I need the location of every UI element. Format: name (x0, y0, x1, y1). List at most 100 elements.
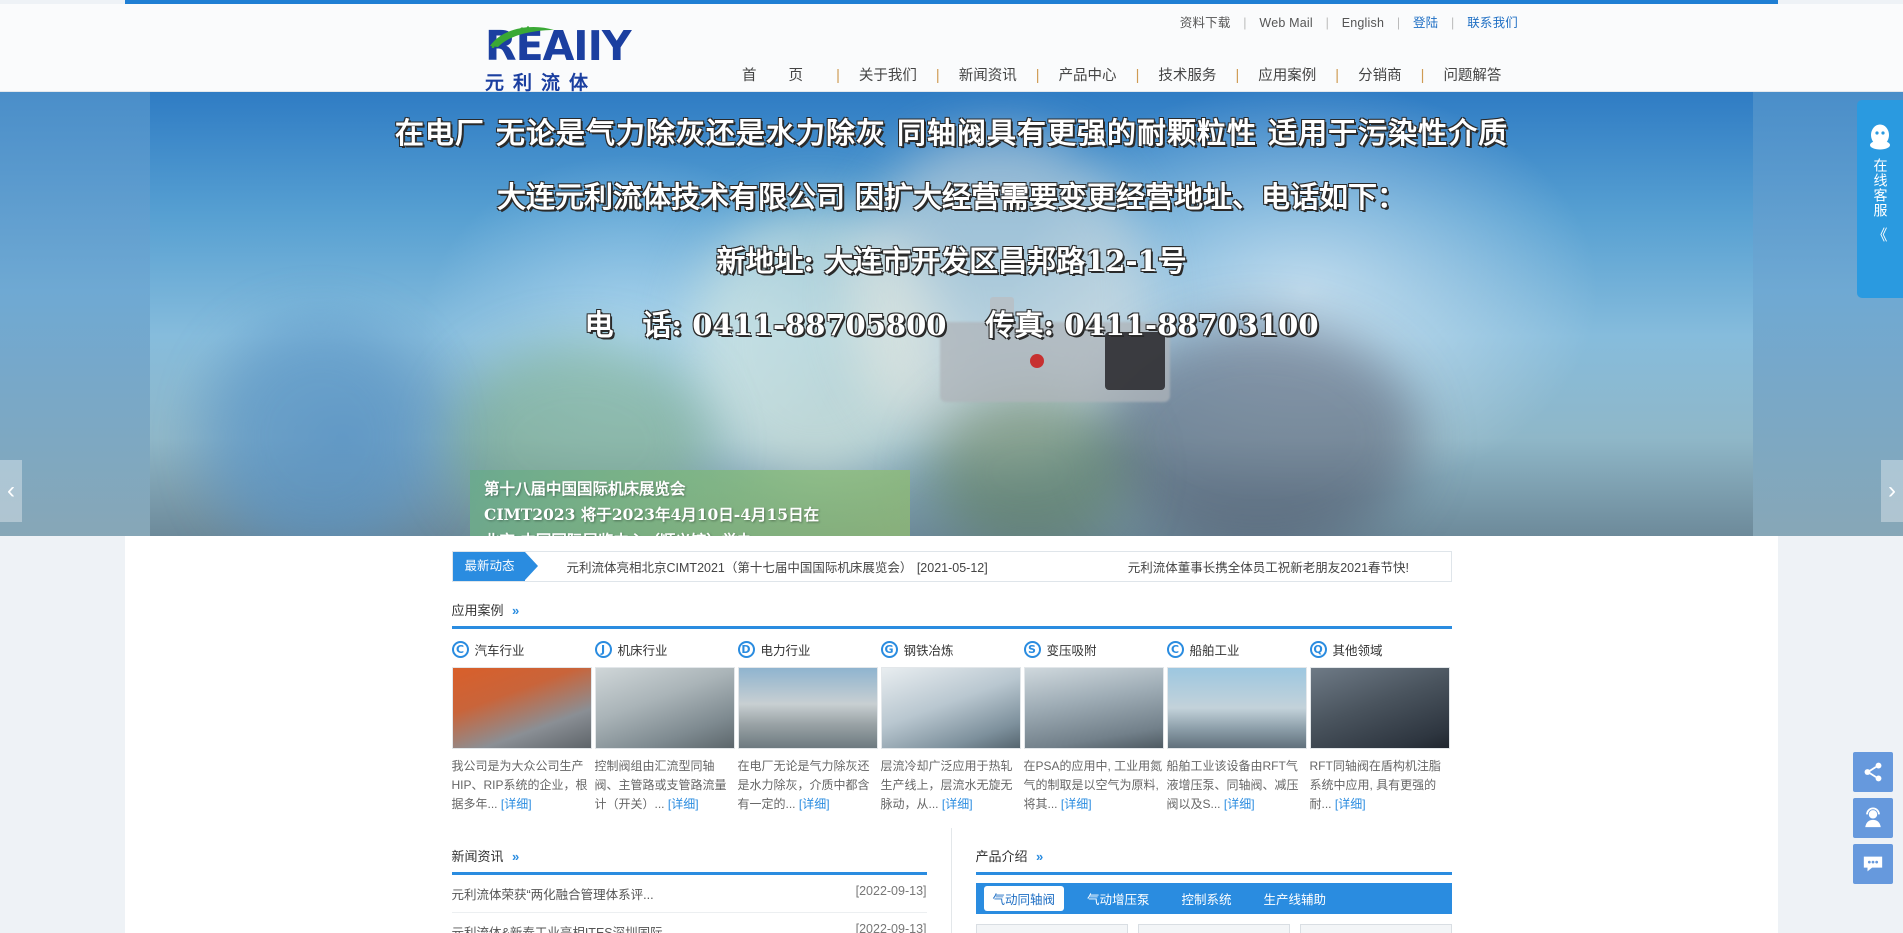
nav-item-distributors[interactable]: 分销商 (1356, 68, 1404, 84)
case-card-power[interactable]: D 电力行业 在电厂无论是气力除灰还是水力除灰，介质中都含有一定的... [详细… (737, 637, 880, 814)
products-section-rule (975, 872, 1452, 875)
case-card-automotive[interactable]: C 汽车行业 我公司是为大众公司生产HIP、RIP系统的企业，根据多年... [… (451, 637, 594, 814)
collapse-chevron-icon[interactable]: 《 (1872, 224, 1887, 245)
nav-item-cases[interactable]: 应用案例 (1256, 68, 1318, 84)
promo-line-3: 北京 中国国际展览中心（顺义馆）举办 (484, 528, 910, 536)
utility-link-english[interactable]: English (1342, 16, 1384, 30)
case-card-psa[interactable]: S 变压吸附 在PSA的应用中, 工业用氮气的制取是以空气为原料, 将其... … (1023, 637, 1166, 814)
promo-line-1: 第十八届中国国际机床展览会 (484, 479, 686, 498)
nav-item-tech-service[interactable]: 技术服务 (1156, 68, 1218, 84)
chat-bubble-icon[interactable] (1853, 844, 1893, 884)
site-logo[interactable]: REAIIY 元利流体 (485, 26, 695, 95)
case-description: 控制阀组由汇流型同轴阀、主管路或支管路流量计（开关）... [详细] (595, 757, 735, 814)
product-card[interactable] (975, 924, 1128, 933)
qq-penguin-icon (1870, 124, 1890, 150)
case-thumbnail[interactable] (1166, 667, 1307, 749)
case-description: RFT同轴阀在盾构机注脂系统中应用, 具有更强的耐... [详细] (1310, 757, 1450, 814)
case-thumbnail[interactable] (451, 667, 592, 749)
utility-link-webmail[interactable]: Web Mail (1259, 16, 1312, 30)
case-card-shipbuilding[interactable]: C 船舶工业 船舶工业该设备由RFT气液增压泵、同轴阀、减压阀以及S... [详… (1166, 637, 1309, 814)
online-service-label: 在线客服 (1872, 158, 1889, 218)
case-tab[interactable]: C 船舶工业 (1166, 637, 1309, 661)
case-thumbnail[interactable] (594, 667, 735, 749)
banner-prev-arrow[interactable]: ‹ (0, 460, 22, 522)
case-detail-link[interactable]: [详细] (668, 797, 699, 811)
social-share-rail (1853, 752, 1893, 890)
cases-section-title: 应用案例 (451, 603, 504, 618)
case-description-text: 控制阀组由汇流型同轴阀、主管路或支管路流量计（开关）... (594, 759, 727, 811)
ticker-item-1[interactable]: 元利流体亮相北京CIMT2021（第十七届中国国际机床展览会） [2021-05… (567, 557, 988, 577)
product-tab-coaxial-valve[interactable]: 气动同轴阀 (983, 886, 1065, 911)
banner-line-4: 电 话: 0411-88705800 传真: 0411-88703100 (584, 308, 1319, 342)
case-detail-link[interactable]: [详细] (1335, 797, 1366, 811)
case-tab[interactable]: D 电力行业 (737, 637, 880, 661)
case-tab[interactable]: J 机床行业 (594, 637, 737, 661)
case-thumbnail[interactable] (737, 667, 878, 749)
banner-line-2: 大连元利流体技术有限公司 因扩大经营需要变更经营地址、电话如下： (496, 180, 1407, 214)
main-nav: 首 页 | 关于我们 | 新闻资讯 | 产品中心 | 技术服务 | 应用案例 |… (740, 64, 1503, 85)
share-nodes-icon[interactable] (1853, 752, 1893, 792)
case-description-text: RFT同轴阀在盾构机注脂系统中应用, 具有更强的耐... (1309, 759, 1441, 811)
product-tab-control-system[interactable]: 控制系统 (1173, 886, 1241, 911)
case-description: 层流冷却广泛应用于热轧生产线上，层流水无旋无脉动，从... [详细] (881, 757, 1021, 814)
case-tab[interactable]: S 变压吸附 (1023, 637, 1166, 661)
products-column: 产品介绍 » 气动同轴阀 气动增压泵 控制系统 生产线辅助 (952, 828, 1452, 933)
case-card-steel[interactable]: G 钢铁冶炼 层流冷却广泛应用于热轧生产线上，层流水无旋无脉动，从... [详细… (880, 637, 1023, 814)
news-list-item[interactable]: 元利流体荣获“两化融合管理体系评... [2022-09-13] (451, 875, 927, 913)
product-card[interactable] (1137, 924, 1290, 933)
case-card-machine-tool[interactable]: J 机床行业 控制阀组由汇流型同轴阀、主管路或支管路流量计（开关）... [详细… (594, 637, 737, 814)
nav-item-products[interactable]: 产品中心 (1057, 68, 1119, 84)
news-section-title: 新闻资讯 (451, 849, 504, 864)
product-tab-booster-pump[interactable]: 气动增压泵 (1078, 886, 1159, 911)
news-item-date: [2022-09-13] (855, 922, 927, 933)
product-tab-line-aux[interactable]: 生产线辅助 (1255, 886, 1336, 911)
banner-next-arrow[interactable]: › (1881, 460, 1903, 522)
banner-line-1: 在电厂 无论是气力除灰还是水力除灰 同轴阀具有更强的耐颗粒性 适用于污染性介质 (394, 116, 1509, 150)
utility-link-login[interactable]: 登陆 (1413, 16, 1438, 30)
nav-item-home[interactable]: 首 页 (740, 68, 819, 84)
nav-item-faq[interactable]: 问题解答 (1441, 68, 1503, 84)
case-card-other[interactable]: Q 其他领域 RFT同轴阀在盾构机注脂系统中应用, 具有更强的耐... [详细] (1309, 637, 1452, 814)
cases-grid: C 汽车行业 我公司是为大众公司生产HIP、RIP系统的企业，根据多年... [… (451, 637, 1452, 814)
nav-item-news[interactable]: 新闻资讯 (957, 68, 1019, 84)
case-label: 电力行业 (760, 643, 811, 658)
customer-service-person-icon[interactable] (1853, 798, 1893, 838)
ticker-item-2[interactable]: 元利流体董事长携全体员工祝新老朋友2021春节快! (1128, 557, 1409, 577)
nav-item-about[interactable]: 关于我们 (857, 68, 919, 84)
case-detail-link[interactable]: [详细] (1061, 797, 1092, 811)
cases-section-rule (451, 626, 1452, 629)
case-label: 汽车行业 (474, 643, 525, 658)
case-tab[interactable]: Q 其他领域 (1309, 637, 1452, 661)
case-tab[interactable]: G 钢铁冶炼 (880, 637, 1023, 661)
case-label: 钢铁冶炼 (903, 643, 954, 658)
case-detail-link[interactable]: [详细] (942, 797, 973, 811)
case-thumbnail[interactable] (880, 667, 1021, 749)
case-detail-link[interactable]: [详细] (1224, 797, 1255, 811)
case-detail-link[interactable]: [详细] (501, 797, 532, 811)
news-item-date: [2022-09-13] (855, 884, 927, 898)
products-more-icon[interactable]: » (1036, 849, 1043, 864)
news-list-item[interactable]: 元利流体&新泰工业亮相ITES深圳国际 [2022-09-13] (452, 913, 927, 933)
hero-banner[interactable]: 在电厂 无论是气力除灰还是水力除灰 同轴阀具有更强的耐颗粒性 适用于污染性介质 … (0, 92, 1903, 536)
case-thumbnail[interactable] (1023, 667, 1164, 749)
case-label: 其他领域 (1332, 643, 1383, 658)
utility-link-contact[interactable]: 联系我们 (1467, 16, 1518, 30)
nav-sep: | (836, 68, 840, 84)
ticker-item-1-title: 元利流体亮相北京CIMT2021（第十七届中国国际机床展览会） (566, 560, 913, 575)
case-thumbnail[interactable] (1309, 667, 1450, 749)
case-description: 船舶工业该设备由RFT气液增压泵、同轴阀、减压阀以及S... [详细] (1167, 757, 1307, 814)
news-more-icon[interactable]: » (512, 849, 519, 864)
case-label: 机床行业 (617, 643, 668, 658)
case-tab[interactable]: C 汽车行业 (451, 637, 594, 661)
product-card[interactable] (1299, 924, 1452, 933)
case-detail-link[interactable]: [详细] (799, 797, 830, 811)
online-service-rail[interactable]: 在线客服 《 (1857, 100, 1903, 298)
ticker-item-2-title: 元利流体董事长携全体员工祝新老朋友2021春节快! (1127, 560, 1410, 575)
case-badge-icon: S (1023, 640, 1041, 658)
nav-sep: | (1235, 68, 1240, 84)
news-ticker: 最新动态 元利流体亮相北京CIMT2021（第十七届中国国际机床展览会） [20… (451, 551, 1452, 582)
product-tab-bar: 气动同轴阀 气动增压泵 控制系统 生产线辅助 (975, 883, 1452, 914)
nav-sep: | (1035, 68, 1040, 84)
utility-link-downloads[interactable]: 资料下载 (1180, 16, 1231, 30)
cases-more-icon[interactable]: » (512, 603, 519, 618)
